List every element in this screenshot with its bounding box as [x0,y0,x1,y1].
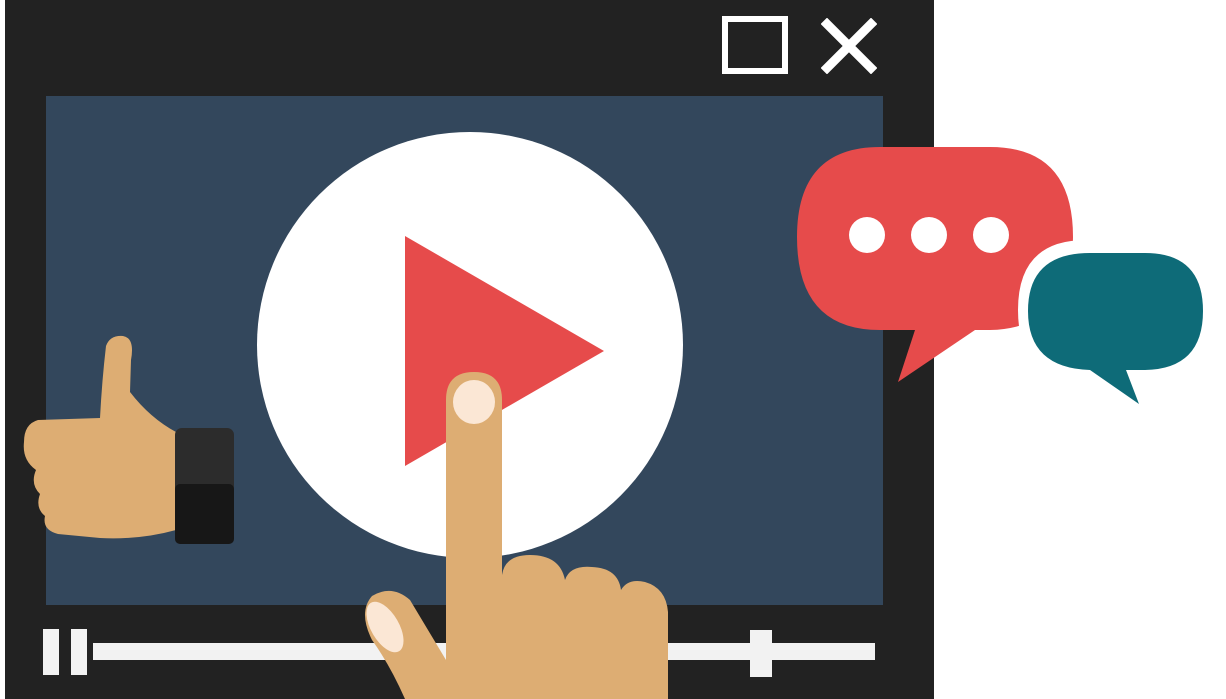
typing-dot [911,217,947,253]
maximize-button[interactable] [722,16,788,74]
speech-bubble-icon[interactable] [1018,240,1215,410]
player-controls [5,620,934,699]
pause-icon [43,629,59,675]
progress-thumb[interactable] [750,630,772,677]
play-button[interactable] [257,132,683,558]
typing-dot [849,217,885,253]
close-icon [820,17,878,75]
typing-dot [973,217,1009,253]
close-button[interactable] [820,17,878,75]
pause-button[interactable] [43,629,87,675]
